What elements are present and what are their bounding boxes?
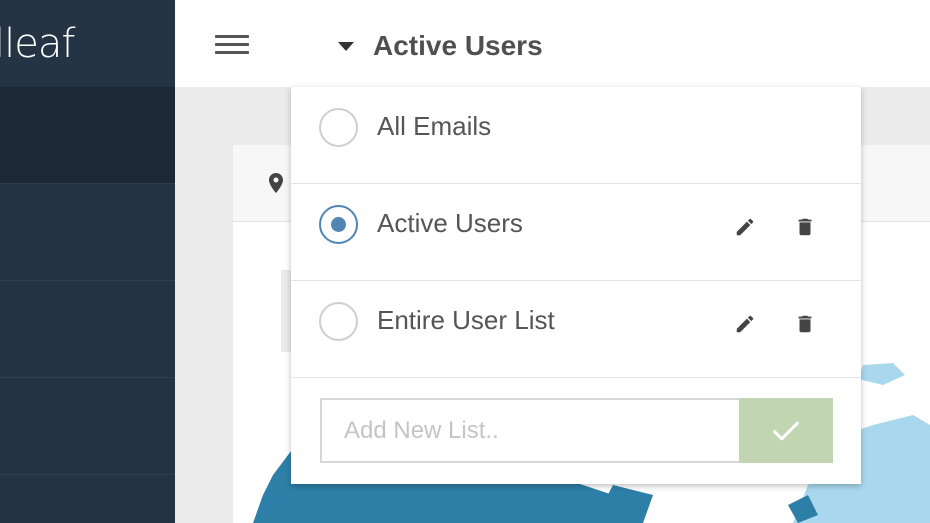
- option-label: All Emails: [377, 111, 492, 141]
- radio-button[interactable]: [319, 302, 358, 341]
- hamburger-icon[interactable]: [215, 35, 249, 57]
- sidebar-item-2[interactable]: [0, 184, 175, 281]
- list-option-entire-user-list[interactable]: Entire User List: [291, 281, 861, 378]
- sidebar-item-4[interactable]: [0, 378, 175, 475]
- radio-button[interactable]: [319, 108, 358, 147]
- sidebar: lleaf: [0, 0, 175, 523]
- trash-icon[interactable]: [794, 215, 816, 239]
- app-logo[interactable]: lleaf: [0, 21, 75, 67]
- sidebar-item-3[interactable]: [0, 281, 175, 378]
- add-new-list-input[interactable]: [320, 398, 740, 463]
- caret-down-icon: [338, 41, 354, 51]
- map-marker-icon: [269, 173, 283, 193]
- top-header: Active Users: [175, 0, 930, 87]
- confirm-add-button[interactable]: [739, 398, 833, 463]
- list-option-all-emails[interactable]: All Emails: [291, 87, 861, 184]
- add-list-row: [291, 378, 861, 483]
- sidebar-item-1[interactable]: [0, 87, 175, 184]
- option-label: Entire User List: [377, 305, 555, 335]
- list-dropdown: All Emails Active Users Entire User List: [291, 87, 861, 484]
- check-icon: [773, 421, 799, 440]
- page-title: Active Users: [373, 30, 543, 61]
- list-option-active-users[interactable]: Active Users: [291, 184, 861, 281]
- pencil-icon[interactable]: [734, 216, 756, 238]
- list-selector-toggle[interactable]: Active Users: [338, 30, 543, 62]
- pencil-icon[interactable]: [734, 313, 756, 335]
- dropdown-pointer: [314, 74, 340, 87]
- trash-icon[interactable]: [794, 312, 816, 336]
- option-label: Active Users: [377, 208, 523, 238]
- logo-bar: lleaf: [0, 0, 175, 87]
- radio-button-selected[interactable]: [319, 205, 358, 244]
